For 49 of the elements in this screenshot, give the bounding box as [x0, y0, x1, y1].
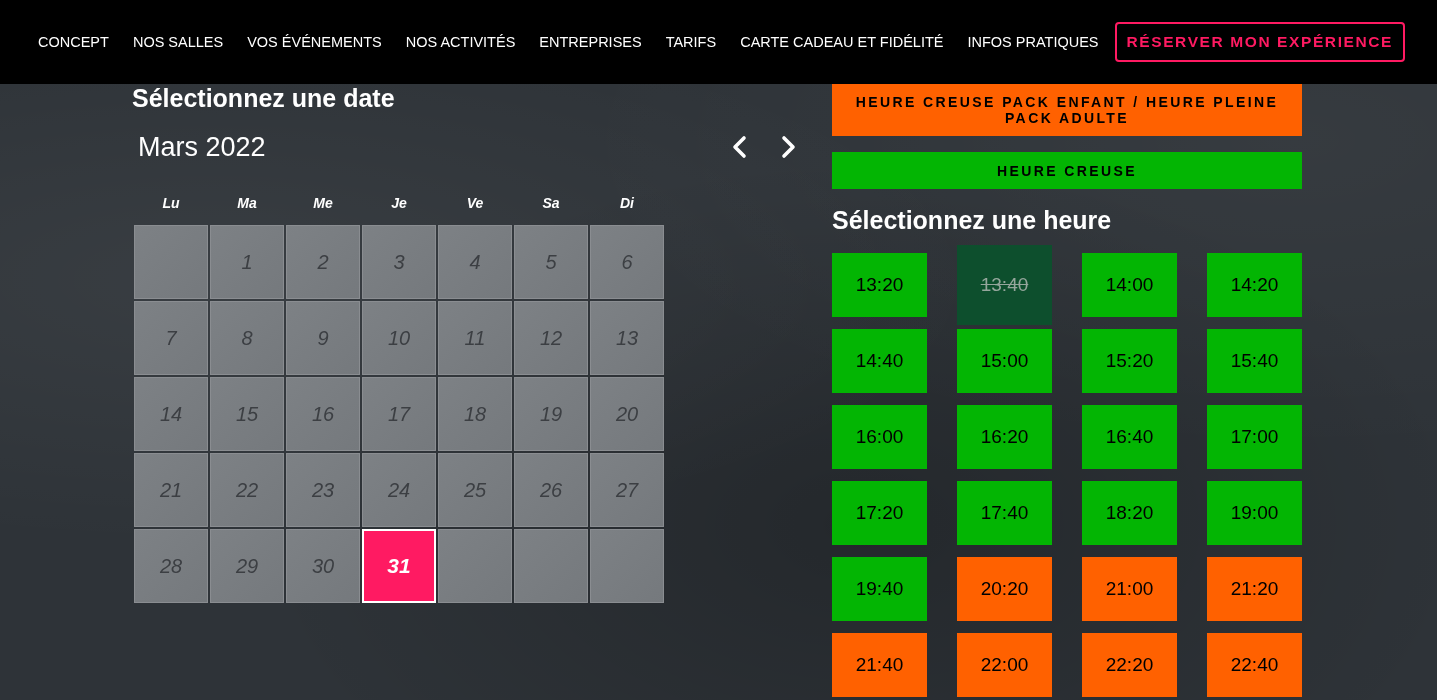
time-slot-button[interactable]: 15:20 [1082, 329, 1177, 393]
time-slot-button[interactable]: 17:40 [957, 481, 1052, 545]
time-slot-button[interactable]: 14:20 [1207, 253, 1302, 317]
time-slot-button[interactable]: 22:00 [957, 633, 1052, 697]
nav-link[interactable]: CARTE CADEAU ET FIDÉLITÉ [740, 34, 944, 50]
nav-link[interactable]: VOS ÉVÉNEMENTS [247, 34, 382, 50]
chevron-left-icon [730, 135, 748, 159]
nav-link[interactable]: TARIFS [665, 34, 717, 50]
time-slot-button[interactable]: 14:40 [832, 329, 927, 393]
weekday-label: Lu [161, 195, 181, 211]
section-heading: Sélectionnez une heure [832, 205, 1113, 235]
weekday-label: Ma [236, 195, 258, 211]
time-slot-button[interactable]: 22:40 [1207, 633, 1302, 697]
time-slot-button[interactable]: 15:00 [957, 329, 1052, 393]
time-slot-button[interactable]: 21:00 [1082, 557, 1177, 621]
weekday-label: Sa [541, 195, 561, 211]
nav-link[interactable]: ENTREPRISES [539, 34, 642, 50]
next-month-button[interactable] [780, 135, 798, 159]
nav-link[interactable]: CONCEPT [38, 34, 109, 50]
time-slot-button[interactable]: 16:20 [957, 405, 1052, 469]
nav-link[interactable]: INFOS PRATIQUES [967, 34, 1099, 50]
day-cell[interactable]: 31 [362, 529, 436, 603]
time-slot-button[interactable]: 16:40 [1082, 405, 1177, 469]
price-legend-banner: HEURE CREUSE [832, 152, 1302, 189]
time-slot-button[interactable]: 13:20 [832, 253, 927, 317]
time-slot-button[interactable]: 15:40 [1207, 329, 1302, 393]
chevron-right-icon [780, 135, 798, 159]
nav-link[interactable]: NOS ACTIVITÉS [405, 34, 516, 50]
nav-link[interactable]: NOS SALLES [132, 34, 224, 50]
previous-month-button[interactable] [730, 135, 748, 159]
time-slot-button[interactable]: 22:20 [1082, 633, 1177, 697]
weekday-label: Je [390, 195, 408, 211]
time-slot-button[interactable]: 17:00 [1207, 405, 1302, 469]
reserve-button[interactable]: RÉSERVER MON EXPÉRIENCE [1114, 22, 1405, 62]
section-heading: Sélectionnez une date [132, 84, 396, 112]
time-slot-button[interactable]: 14:00 [1082, 253, 1177, 317]
time-slot-button[interactable]: 21:40 [832, 633, 927, 697]
weekday-label: Ve [465, 195, 485, 211]
time-slot-button[interactable]: 21:20 [1207, 557, 1302, 621]
weekday-label: Me [312, 195, 334, 211]
time-slot-button[interactable]: 16:00 [832, 405, 927, 469]
price-legend-banner: HEURE CREUSE PACK ENFANT / HEURE PLEINE PACK ADULTE [832, 84, 1302, 136]
time-slot-button[interactable]: 19:00 [1207, 481, 1302, 545]
time-slot-button[interactable]: 20:20 [957, 557, 1052, 621]
time-slot-button[interactable]: 19:40 [832, 557, 927, 621]
month-label: Mars 2022 [138, 131, 266, 163]
time-slot-button[interactable]: 17:20 [832, 481, 927, 545]
weekday-label: Di [619, 195, 635, 211]
time-slot-button[interactable]: 18:20 [1082, 481, 1177, 545]
